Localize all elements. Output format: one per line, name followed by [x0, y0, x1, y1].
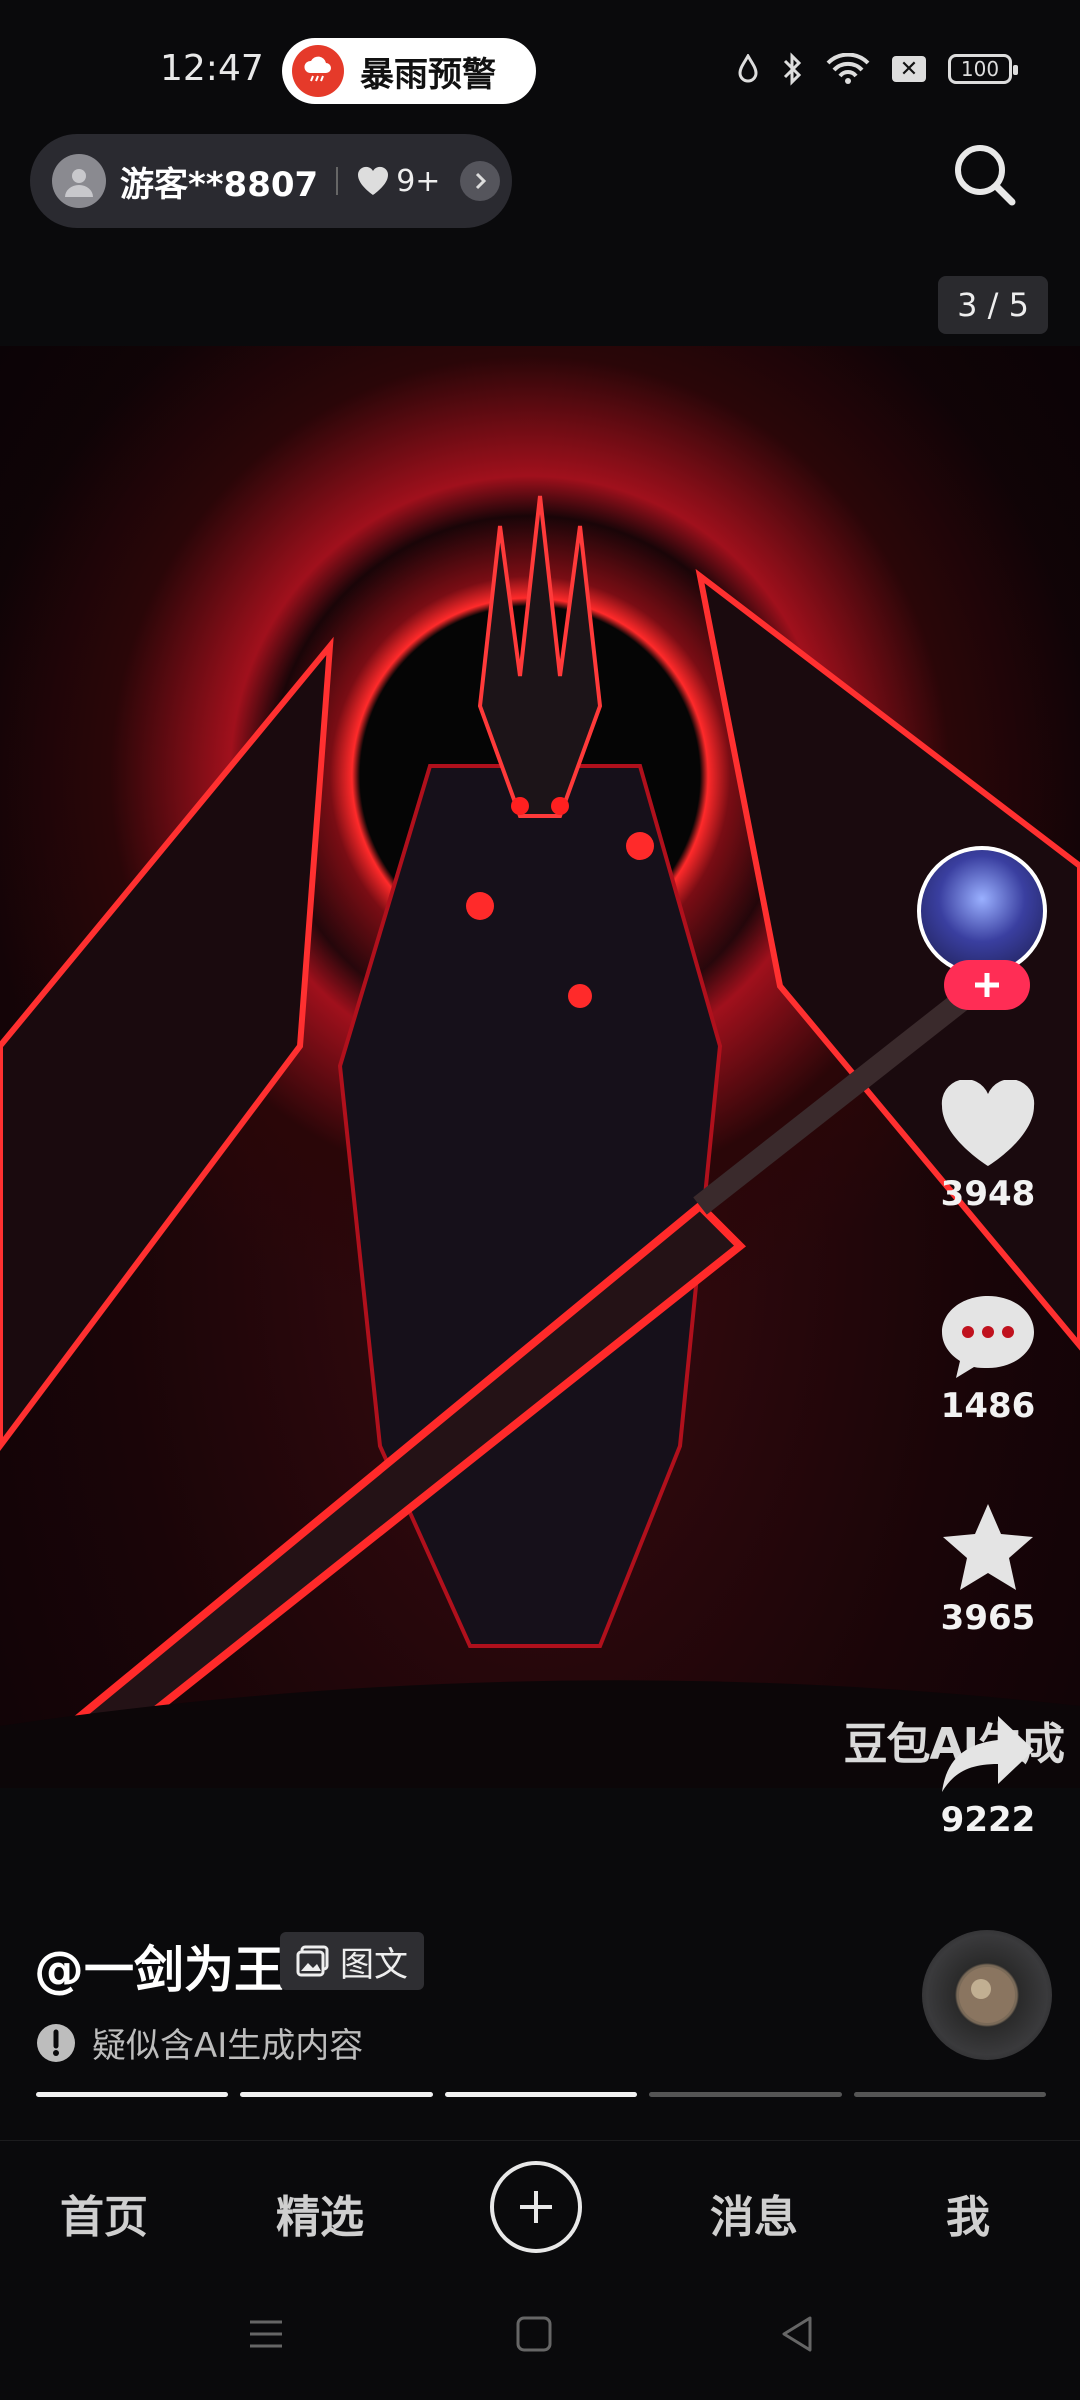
music-disc[interactable]	[922, 1930, 1052, 2060]
heart-icon	[358, 166, 389, 195]
comment-count: 1486	[940, 1386, 1036, 1426]
clock: 12:47	[160, 48, 264, 89]
share-count: 9222	[940, 1800, 1036, 1840]
page-counter: 3 / 5	[938, 276, 1048, 334]
post-author[interactable]: @一剑为王	[34, 1930, 284, 2002]
likes-badge: 9+	[356, 164, 440, 199]
avatar	[52, 154, 106, 208]
bluetooth-icon	[783, 52, 802, 86]
favorite-count: 3965	[940, 1598, 1036, 1638]
nav-featured[interactable]: 精选	[276, 2181, 364, 2245]
progress-segment	[240, 2092, 433, 2097]
status-icons: ✕ 100	[736, 52, 1018, 86]
post-type-tag: 图文	[280, 1932, 424, 1990]
favorite-button[interactable]: 3965	[912, 1500, 1064, 1638]
likes-count: 9+	[396, 163, 441, 199]
system-nav-bar	[0, 2270, 1080, 2400]
share-button[interactable]: 9222	[912, 1710, 1064, 1840]
divider	[336, 167, 339, 195]
weather-alert-pill[interactable]: 暴雨预警	[282, 38, 536, 104]
back-triangle-icon[interactable]	[778, 2314, 818, 2354]
author-avatar[interactable]	[917, 846, 1047, 976]
create-post-button[interactable]	[490, 2161, 582, 2253]
progress-segment	[853, 2092, 1047, 2097]
nav-me[interactable]: 我	[946, 2181, 990, 2245]
ai-notice-text: 疑似含AI生成内容	[92, 2026, 364, 2066]
search-icon[interactable]	[950, 140, 1020, 210]
chevron-right-icon	[460, 161, 501, 201]
plus-icon	[520, 2191, 552, 2223]
water-drop-icon	[738, 54, 758, 83]
battery-icon: 100	[948, 54, 1018, 84]
wifi-icon	[826, 53, 870, 84]
comment-button[interactable]: 1486	[912, 1292, 1064, 1426]
like-count: 3948	[940, 1174, 1036, 1214]
ai-content-notice: 疑似含AI生成内容	[36, 2018, 363, 2067]
guest-user-pill[interactable]: 游客**8807 9+	[30, 134, 512, 228]
progress-segment	[444, 2092, 638, 2097]
like-button[interactable]: 3948	[912, 1080, 1064, 1214]
home-square-icon[interactable]	[514, 2314, 554, 2354]
star-icon	[943, 1504, 1033, 1590]
post-type-label: 图文	[340, 1944, 408, 1985]
menu-icon[interactable]	[246, 2314, 286, 2354]
progress-segment	[36, 2092, 229, 2097]
album-art-icon	[959, 1967, 1015, 2023]
heart-icon	[941, 1080, 1035, 1166]
image-gallery-icon	[296, 1945, 329, 1977]
image-progress	[36, 2092, 1047, 2097]
plus-icon	[975, 973, 999, 997]
progress-segment	[649, 2092, 842, 2097]
status-bar: 12:47 暴雨预警 ✕ 100	[0, 0, 1080, 140]
follow-button[interactable]	[944, 960, 1030, 1010]
bottom-nav: 首页 精选 消息 我	[0, 2140, 1080, 2271]
nav-home[interactable]: 首页	[60, 2181, 148, 2245]
nav-messages[interactable]: 消息	[710, 2181, 798, 2245]
weather-alert-label: 暴雨预警	[360, 54, 496, 95]
username: 游客**8807	[120, 164, 319, 205]
no-sim-icon: ✕	[892, 56, 926, 82]
share-arrow-icon	[942, 1716, 1034, 1792]
comment-bubble-icon	[942, 1296, 1034, 1378]
user-silhouette-icon	[65, 169, 93, 197]
rain-cloud-icon	[292, 45, 344, 97]
warning-icon	[37, 2023, 75, 2062]
